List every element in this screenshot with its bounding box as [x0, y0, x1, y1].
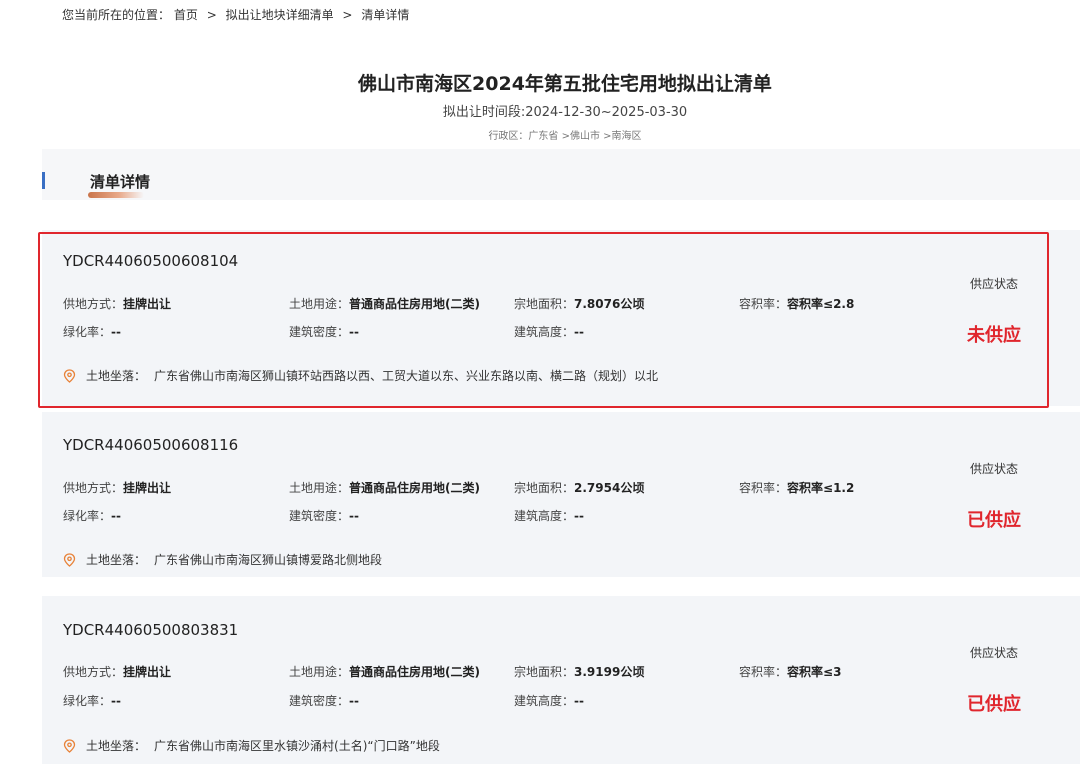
location-value: 广东省佛山市南海区里水镇沙涌村(土名)“门口路”地段 [154, 739, 440, 753]
supply-status-value: 未供应 [967, 325, 1021, 346]
supply-status-value: 已供应 [967, 510, 1021, 531]
breadcrumb: 您当前所在的位置： 首页 > 拟出让地块详细清单 > 清单详情 [62, 6, 409, 23]
building-density: 建筑密度：-- [289, 694, 359, 708]
parcel-location: 土地坐落： 广东省佛山市南海区狮山镇环站西路以西、工贸大道以东、兴业东路以南、横… [63, 367, 658, 384]
supply-status-value: 已供应 [967, 694, 1021, 715]
parcel-card[interactable]: YDCR44060500608116 供地方式：挂牌出让 土地用途：普通商品住房… [42, 412, 1080, 577]
plot-ratio: 容积率：容积率≤1.2 [739, 481, 855, 495]
breadcrumb-separator: > [342, 8, 353, 22]
building-density: 建筑密度：-- [289, 509, 359, 523]
supply-status-label: 供应状态 [969, 462, 1018, 476]
breadcrumb-home-link[interactable]: 首页 [174, 8, 198, 22]
supply-status-label: 供应状态 [969, 277, 1018, 291]
location-value: 广东省佛山市南海区狮山镇博爱路北侧地段 [154, 553, 383, 567]
supply-method: 供地方式：挂牌出让 [63, 665, 172, 679]
land-use: 土地用途：普通商品住房用地(二类) [289, 481, 480, 495]
breadcrumb-prefix: 您当前所在的位置： [62, 8, 171, 22]
parcel-code: YDCR44060500608116 [63, 436, 239, 454]
administrative-region: 行政区：广东省 >佛山市 >南海区 [488, 131, 642, 142]
section-title: 清单详情 [90, 173, 151, 191]
building-density: 建筑密度：-- [289, 325, 359, 339]
breadcrumb-separator: > [206, 8, 217, 22]
parcel-card[interactable]: YDCR44060500608104 供地方式：挂牌出让 土地用途：普通商品住房… [42, 230, 1080, 406]
parcel-area: 宗地面积：2.7954公顷 [514, 481, 645, 495]
parcel-area: 宗地面积：3.9199公顷 [514, 665, 645, 679]
supply-method: 供地方式：挂牌出让 [63, 297, 172, 311]
building-height: 建筑高度：-- [514, 694, 584, 708]
parcel-area: 宗地面积：7.8076公顷 [514, 297, 645, 311]
green-ratio: 绿化率：-- [63, 509, 121, 523]
parcel-location: 土地坐落： 广东省佛山市南海区里水镇沙涌村(土名)“门口路”地段 [63, 737, 440, 754]
plot-ratio: 容积率：容积率≤3 [739, 665, 842, 679]
map-pin-icon [63, 552, 76, 567]
breadcrumb-list-link[interactable]: 拟出让地块详细清单 [226, 8, 334, 22]
parcel-code: YDCR44060500803831 [63, 621, 239, 639]
parcel-location: 土地坐落： 广东省佛山市南海区狮山镇博爱路北侧地段 [63, 551, 382, 568]
parcel-code: YDCR44060500608104 [63, 252, 239, 270]
parcel-card[interactable]: YDCR44060500803831 供地方式：挂牌出让 土地用途：普通商品住房… [42, 596, 1080, 764]
section-title-underline [88, 192, 144, 198]
breadcrumb-current: 清单详情 [361, 8, 410, 22]
green-ratio: 绿化率：-- [63, 325, 121, 339]
land-use: 土地用途：普通商品住房用地(二类) [289, 297, 480, 311]
map-pin-icon [63, 738, 76, 753]
section-accent-bar [42, 172, 45, 189]
building-height: 建筑高度：-- [514, 509, 584, 523]
building-height: 建筑高度：-- [514, 325, 584, 339]
location-value: 广东省佛山市南海区狮山镇环站西路以西、工贸大道以东、兴业东路以南、横二路（规划）… [154, 369, 659, 383]
green-ratio: 绿化率：-- [63, 694, 121, 708]
location-label: 土地坐落： [86, 739, 147, 753]
location-label: 土地坐落： [86, 553, 147, 567]
land-use: 土地用途：普通商品住房用地(二类) [289, 665, 480, 679]
page-title: 佛山市南海区2024年第五批住宅用地拟出让清单 [358, 73, 772, 95]
transfer-period: 拟出让时间段:2024-12-30~2025-03-30 [442, 105, 688, 120]
plot-ratio: 容积率：容积率≤2.8 [739, 297, 855, 311]
map-pin-icon [63, 368, 76, 383]
section-header: 清单详情 [42, 149, 1080, 200]
supply-method: 供地方式：挂牌出让 [63, 481, 172, 495]
location-label: 土地坐落： [86, 369, 147, 383]
supply-status-label: 供应状态 [969, 646, 1018, 660]
